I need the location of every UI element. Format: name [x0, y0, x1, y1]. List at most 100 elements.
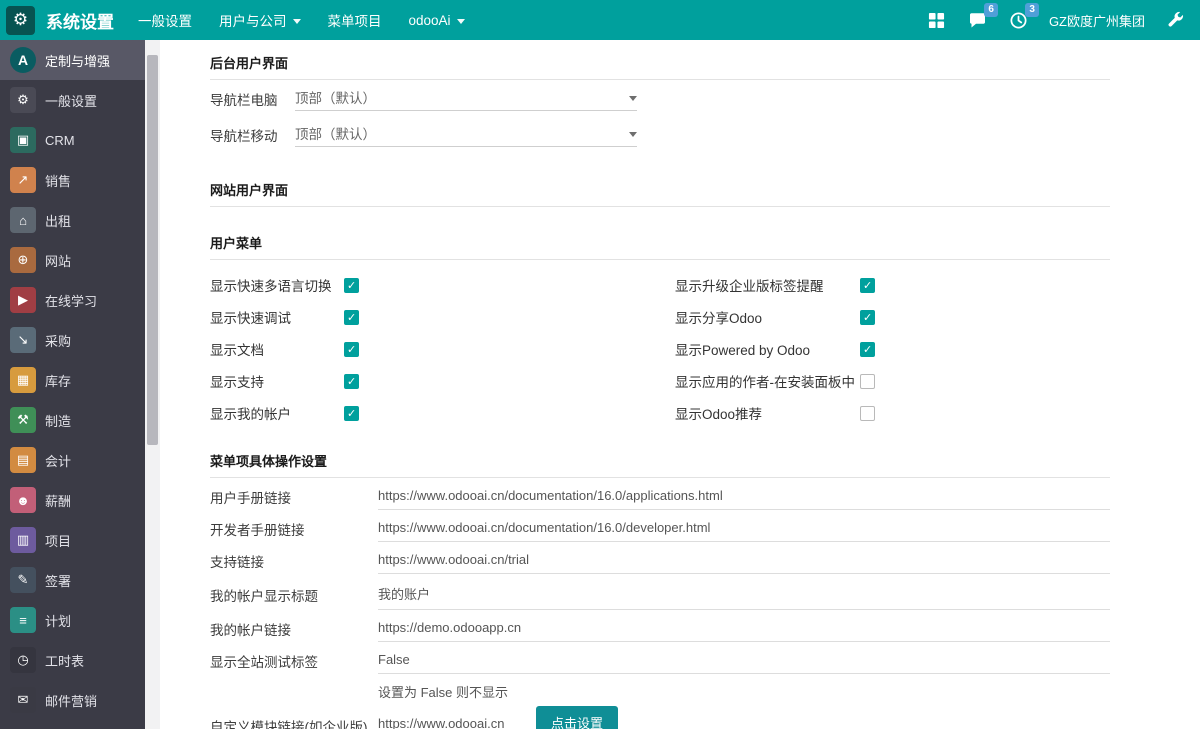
user-menu[interactable]: GZ欧度广州集团	[1049, 11, 1145, 30]
sidebar-item-purchase[interactable]: ↘ 采购	[0, 320, 145, 360]
sidebar-item-customize[interactable]: A 定制与增强	[0, 40, 145, 80]
option-label: 显示快速多语言切换	[210, 275, 344, 295]
sidebar-item-project[interactable]: ▥ 项目	[0, 520, 145, 560]
support-link-input[interactable]: https://www.odooai.cn/trial	[378, 542, 1110, 574]
sidebar-scrollbar[interactable]	[145, 40, 160, 729]
sidebar-item-crm[interactable]: ▣ CRM	[0, 120, 145, 160]
checkbox-show-documentation[interactable]	[344, 342, 359, 357]
project-kanban-icon: ▥	[10, 527, 36, 553]
field-label: 我的帐户链接	[210, 613, 378, 639]
option-row: 显示应用的作者-在安装面板中	[675, 365, 1110, 397]
menu-menu-items[interactable]: 菜单项目	[328, 10, 382, 30]
apps-grid-icon[interactable]	[926, 9, 948, 31]
option-row: 显示分享Odoo	[675, 301, 1110, 333]
sidebar-item-rental[interactable]: ⌂ 出租	[0, 200, 145, 240]
icon-glyph: ☻	[16, 493, 30, 508]
menu-users-companies[interactable]: 用户与公司	[219, 10, 301, 30]
navbar-desktop-select[interactable]: 顶部（默认）	[295, 87, 637, 111]
menu-label: odooAi	[409, 13, 451, 28]
icon-glyph: ▤	[17, 452, 29, 468]
developer-tools-wrench-icon[interactable]	[1164, 9, 1186, 31]
accounting-ledger-icon: ▤	[10, 447, 36, 473]
icon-glyph: A	[18, 52, 28, 68]
section-divider	[210, 206, 1110, 207]
home-menu-button[interactable]: ⚙	[6, 6, 35, 35]
user-manual-link-input[interactable]: https://www.odooai.cn/documentation/16.0…	[378, 478, 1110, 510]
show-test-label-input[interactable]: False	[378, 642, 1110, 674]
section-title-user-menu: 用户菜单	[210, 233, 1110, 252]
purchase-icon: ↘	[10, 327, 36, 353]
sidebar-item-sign[interactable]: ✎ 签署	[0, 560, 145, 600]
field-label: 导航栏电脑	[210, 89, 295, 109]
icon-glyph: ▦	[17, 372, 29, 388]
menu-odooai[interactable]: odooAi	[409, 13, 465, 28]
my-account-title-input[interactable]: 我的账户	[378, 574, 1110, 610]
icon-glyph: ↘	[18, 332, 29, 348]
checkbox-show-support[interactable]	[344, 374, 359, 389]
checkbox-show-share-odoo[interactable]	[860, 310, 875, 325]
sidebar-item-website[interactable]: ⊕ 网站	[0, 240, 145, 280]
sidebar-item-timesheets[interactable]: ◷ 工时表	[0, 640, 145, 680]
inventory-boxes-icon: ▦	[10, 367, 36, 393]
set-link-button[interactable]: 点击设置	[536, 706, 618, 729]
sidebar-item-inventory[interactable]: ▦ 库存	[0, 360, 145, 400]
form-row-custom-module-link: 自定义模块链接(如企业版) https://www.odooai.cn 点击设置	[210, 706, 1110, 729]
icon-glyph: ≡	[19, 613, 27, 628]
option-label: 显示Powered by Odoo	[675, 339, 860, 359]
form-row-my-account-link: 我的帐户链接 https://demo.odooapp.cn	[210, 610, 1110, 642]
sidebar-item-payroll[interactable]: ☻ 薪酬	[0, 480, 145, 520]
sidebar-item-manufacturing[interactable]: ⚒ 制造	[0, 400, 145, 440]
app-title[interactable]: 系统设置	[46, 8, 114, 33]
option-row: 显示快速多语言切换	[210, 269, 675, 301]
sidebar-item-general-settings[interactable]: ⚙ 一般设置	[0, 80, 145, 120]
elearning-play-icon: ▶	[10, 287, 36, 313]
icon-glyph: ✉	[18, 692, 29, 708]
select-value: 顶部（默认）	[295, 123, 376, 143]
sidebar-item-planning[interactable]: ≡ 计划	[0, 600, 145, 640]
email-envelope-icon: ✉	[10, 687, 36, 713]
my-account-link-input[interactable]: https://demo.odooapp.cn	[378, 610, 1110, 642]
sidebar-item-sales[interactable]: ↗ 销售	[0, 160, 145, 200]
activities-clock-icon[interactable]: 3	[1008, 9, 1030, 31]
checkbox-show-my-account[interactable]	[344, 406, 359, 421]
option-label: 显示快速调试	[210, 307, 344, 327]
sidebar-item-email-marketing[interactable]: ✉ 邮件营销	[0, 680, 145, 720]
developer-manual-link-input[interactable]: https://www.odooai.cn/documentation/16.0…	[378, 510, 1110, 542]
custom-module-link-input[interactable]: https://www.odooai.cn	[378, 710, 528, 729]
form-row-show-test-label: 显示全站测试标签 False	[210, 642, 1110, 674]
scrollbar-thumb[interactable]	[147, 55, 158, 445]
caret-down-icon	[457, 19, 465, 24]
icon-glyph: ⊕	[18, 252, 29, 268]
sidebar-item-label: 库存	[45, 371, 71, 390]
sidebar-item-elearning[interactable]: ▶ 在线学习	[0, 280, 145, 320]
payroll-person-icon: ☻	[10, 487, 36, 513]
icon-glyph: ✎	[18, 572, 29, 588]
checkbox-show-quick-language-switch[interactable]	[344, 278, 359, 293]
field-label: 开发者手册链接	[210, 513, 378, 539]
sidebar-item-accounting[interactable]: ▤ 会计	[0, 440, 145, 480]
menu-general-settings[interactable]: 一般设置	[138, 10, 192, 30]
caret-down-icon	[629, 132, 637, 137]
option-label: 显示Odoo推荐	[675, 403, 860, 423]
option-row: 显示文档	[210, 333, 675, 365]
sidebar-item-label: 项目	[45, 531, 71, 550]
messages-icon[interactable]: 6	[967, 9, 989, 31]
checkbox-show-upgrade-enterprise-reminder[interactable]	[860, 278, 875, 293]
option-label: 显示文档	[210, 339, 344, 359]
sidebar-item-label: 计划	[45, 611, 71, 630]
checkbox-show-powered-by-odoo[interactable]	[860, 342, 875, 357]
option-label: 显示升级企业版标签提醒	[675, 275, 860, 295]
checkbox-show-odoo-referral[interactable]	[860, 406, 875, 421]
sidebar-item-label: 邮件营销	[45, 691, 97, 710]
menu-label: 一般设置	[138, 10, 192, 30]
option-row: 显示升级企业版标签提醒	[675, 269, 1110, 301]
checkbox-show-quick-debug[interactable]	[344, 310, 359, 325]
sidebar-item-label: 一般设置	[45, 91, 97, 110]
sidebar-item-label: CRM	[45, 133, 75, 148]
field-help-text: 设置为 False 则不显示	[210, 682, 1110, 701]
checkbox-show-app-author-in-install-panel[interactable]	[860, 374, 875, 389]
option-row: 显示Powered by Odoo	[675, 333, 1110, 365]
navbar-mobile-select[interactable]: 顶部（默认）	[295, 123, 637, 147]
website-globe-icon: ⊕	[10, 247, 36, 273]
option-row: 显示快速调试	[210, 301, 675, 333]
